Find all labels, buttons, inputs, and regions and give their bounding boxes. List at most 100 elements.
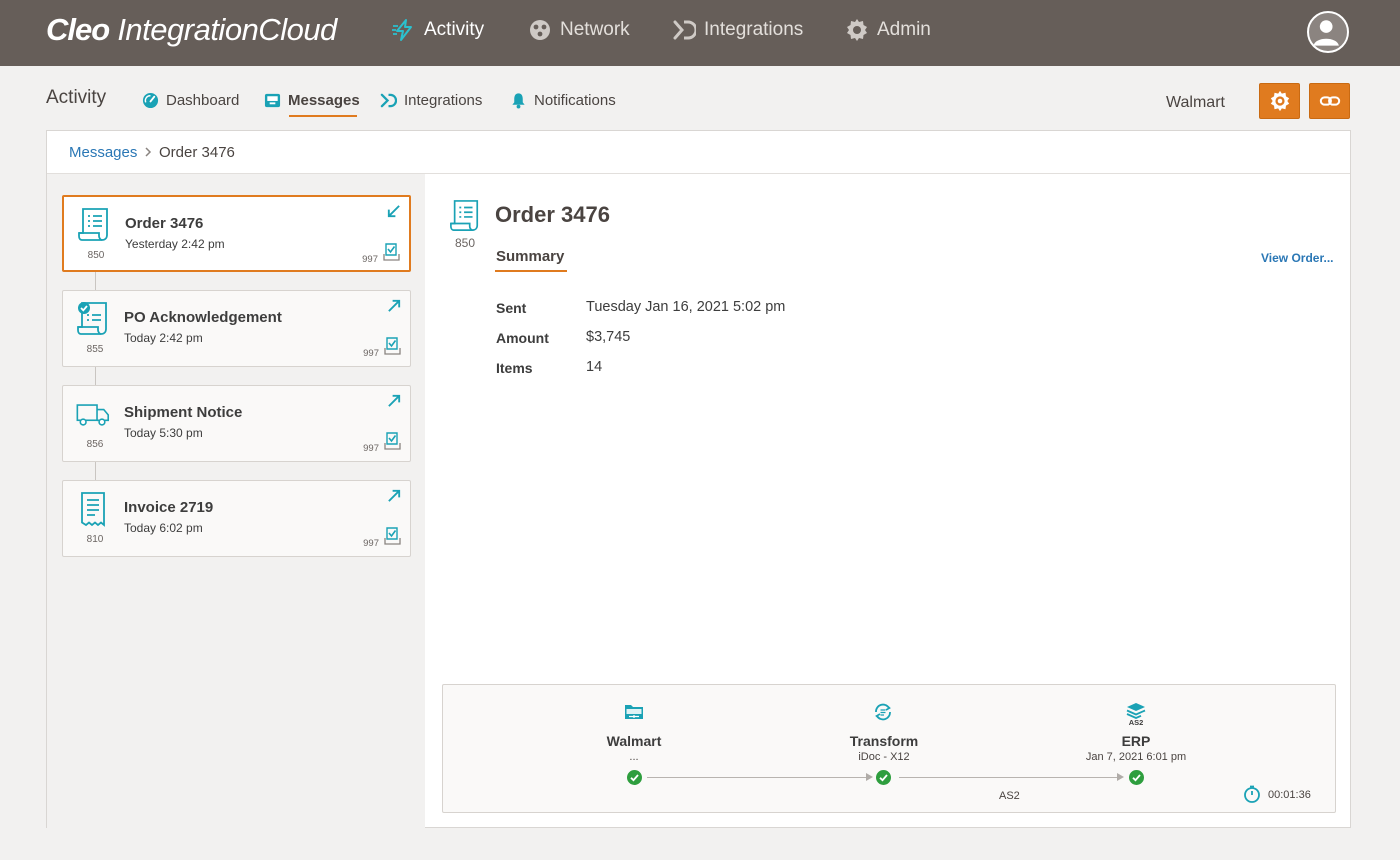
topnav-label: Activity: [424, 19, 485, 40]
erp-stack-icon: AS2: [1126, 703, 1146, 726]
user-avatar[interactable]: [1307, 11, 1349, 53]
flow-node-sub: iDoc - X12: [858, 751, 910, 763]
message-time: Today 5:30 pm: [124, 426, 203, 440]
message-title: Order 3476: [125, 215, 204, 232]
subnav-messages[interactable]: Messages: [264, 90, 360, 110]
flow-node-title: Transform: [849, 733, 919, 749]
ack-code: 997: [363, 348, 379, 359]
message-title: Invoice 2719: [124, 499, 214, 516]
outbound-arrow-icon: [388, 394, 401, 407]
acknowledged-icon: [384, 527, 401, 545]
flow-node-sub: ...: [629, 751, 639, 763]
view-order-link[interactable]: View Order...: [1261, 251, 1333, 265]
subnav-dashboard[interactable]: Dashboard: [142, 90, 239, 110]
breadcrumb-messages-link[interactable]: Messages: [69, 144, 137, 161]
field-value-sent: Tuesday Jan 16, 2021 5:02 pm: [586, 299, 786, 315]
settings-button[interactable]: [1259, 83, 1300, 119]
topnav-activity[interactable]: Activity: [392, 18, 484, 42]
success-check-icon: [876, 770, 891, 785]
flow-node-title: ERP: [1121, 733, 1151, 749]
message-title: PO Acknowledgement: [124, 309, 282, 326]
folder-icon: [625, 705, 643, 719]
field-label-sent: Sent: [496, 300, 527, 316]
message-card-order[interactable]: 850 Order 3476 Yesterday 2:42 pm 997: [62, 195, 411, 272]
tab-summary[interactable]: Summary: [496, 248, 564, 265]
flow-connector: [899, 777, 1120, 778]
topnav-label: Admin: [877, 19, 931, 40]
detail-title: Order 3476: [495, 202, 610, 227]
subnav-label: Integrations: [404, 91, 483, 109]
acknowledged-icon: [384, 337, 401, 355]
gear-icon: [847, 19, 867, 41]
chain-connector: [95, 365, 96, 385]
brand-logo[interactable]: Cleo IntegrationCloud: [46, 12, 337, 48]
network-icon: [530, 20, 550, 40]
message-title: Shipment Notice: [124, 404, 243, 421]
brand-name-bold: Cleo: [46, 12, 110, 47]
field-value-items: 14: [586, 359, 603, 375]
outbound-arrow-icon: [388, 489, 401, 502]
transform-icon: [875, 703, 891, 721]
message-flow: Walmart ... Transform iDoc - X12 AS2 ERP…: [442, 684, 1336, 813]
message-time: Yesterday 2:42 pm: [125, 237, 225, 251]
gauge-icon: [142, 92, 159, 108]
message-time: Today 6:02 pm: [124, 521, 203, 535]
subnav-integrations[interactable]: Integrations: [380, 90, 482, 110]
chain-connector: [95, 460, 96, 480]
flow-node-title: Walmart: [606, 733, 662, 749]
topnav-label: Integrations: [704, 19, 804, 40]
inbound-arrow-icon: [387, 205, 400, 218]
flow-connector: [647, 777, 869, 778]
message-card-po-ack[interactable]: 855 PO Acknowledgement Today 2:42 pm 997: [62, 290, 411, 367]
link-button[interactable]: [1309, 83, 1350, 119]
bolt-icon: [392, 19, 412, 41]
subnav-label: Messages: [288, 91, 360, 109]
acknowledged-icon: [383, 243, 400, 261]
top-bar: Cleo IntegrationCloud Activity Network I…: [0, 0, 1400, 66]
receipt-icon: [81, 492, 105, 527]
user-icon: [1313, 20, 1339, 46]
message-time: Today 2:42 pm: [124, 331, 203, 345]
settings-gear-icon: [1270, 90, 1289, 112]
topnav-admin[interactable]: Admin: [845, 18, 931, 42]
topnav-label: Network: [560, 19, 630, 40]
field-value-amount: $3,745: [586, 329, 631, 345]
message-card-shipment[interactable]: 856 Shipment Notice Today 5:30 pm 997: [62, 385, 411, 462]
breadcrumb: Messages Order 3476: [47, 131, 1350, 174]
acknowledged-icon: [384, 432, 401, 450]
doc-type-code: 856: [86, 439, 104, 450]
message-card-invoice[interactable]: 810 Invoice 2719 Today 6:02 pm 997: [62, 480, 411, 557]
doc-type-code: 855: [86, 344, 104, 355]
flow-arrowhead: [866, 773, 873, 781]
integrations-icon: [673, 20, 696, 40]
integrations-icon: [380, 93, 397, 107]
doc-type-code: 810: [86, 534, 104, 545]
chevron-right-icon: [145, 147, 152, 157]
truck-icon: [76, 404, 110, 426]
document-icon: [450, 200, 479, 231]
subnav-active-indicator: [289, 115, 357, 117]
inbox-icon: [264, 93, 281, 107]
field-label-items: Items: [496, 360, 533, 376]
erp-badge: AS2: [1129, 718, 1144, 726]
doc-type-code: 850: [87, 250, 105, 261]
subnav-label: Dashboard: [166, 91, 240, 109]
subnav-label: Notifications: [534, 91, 616, 109]
success-check-icon: [1129, 770, 1144, 785]
outbound-arrow-icon: [388, 299, 401, 312]
document-check-icon: [77, 302, 107, 335]
link-icon: [1319, 96, 1340, 106]
topnav-network[interactable]: Network: [528, 18, 630, 42]
flow-duration: 00:01:36: [1268, 789, 1311, 801]
brand-name-regular: IntegrationCloud: [117, 12, 337, 47]
message-list: 850 Order 3476 Yesterday 2:42 pm 997 855…: [47, 174, 425, 828]
account-name: Walmart: [1166, 94, 1225, 111]
ack-code: 997: [362, 254, 378, 265]
chain-connector: [95, 270, 96, 290]
topnav-integrations[interactable]: Integrations: [672, 18, 803, 42]
ack-code: 997: [363, 443, 379, 454]
subnav-notifications[interactable]: Notifications: [510, 90, 616, 110]
stopwatch-icon: [1244, 785, 1260, 803]
main-panel: Messages Order 3476 850 Order 3476 Yeste…: [46, 130, 1351, 828]
field-label-amount: Amount: [496, 330, 549, 346]
